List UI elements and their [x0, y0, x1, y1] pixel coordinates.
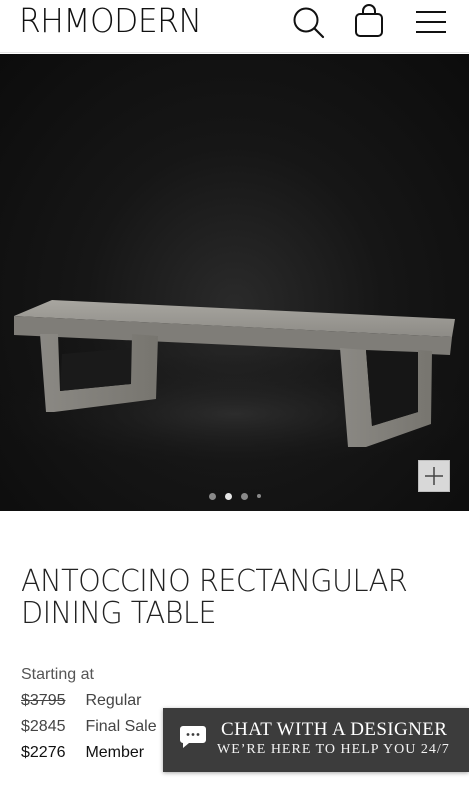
final-sale-price-label: Final Sale	[85, 718, 157, 735]
chat-with-designer-button[interactable]: CHAT WITH A DESIGNER WE’RE HERE TO HELP …	[163, 708, 469, 772]
slide-dot[interactable]	[208, 492, 216, 500]
rectangular-dining-table-photo	[0, 300, 469, 474]
regular-price-row: $3795 Regular	[21, 690, 157, 716]
final-sale-price: $2845	[21, 718, 66, 735]
regular-price-label: Regular	[85, 692, 142, 709]
member-price-label: Member	[85, 744, 145, 761]
chat-bubble-icon	[180, 726, 206, 748]
price-block: Starting at $3795 Regular $2845 Final Sa…	[21, 664, 157, 768]
starting-at-label: Starting at	[21, 666, 94, 683]
site-header: RHMODERN	[0, 0, 469, 53]
brand-logo[interactable]: RHMODERN	[19, 4, 202, 38]
chat-subtitle: WE’RE HERE TO HELP YOU 24/7	[217, 742, 450, 757]
search-icon[interactable]	[286, 0, 330, 44]
slide-indicator	[0, 490, 469, 502]
member-price-row: $2276 Member	[21, 742, 157, 768]
product-title: ANTOCCINO RECTANGULAR DINING TABLE	[21, 564, 408, 631]
member-price: $2276	[21, 744, 66, 761]
final-sale-price-row: $2845 Final Sale	[21, 716, 157, 742]
slide-dot[interactable]	[256, 494, 261, 498]
product-image-gallery[interactable]	[0, 54, 469, 511]
chat-title: CHAT WITH A DESIGNER	[221, 719, 448, 740]
menu-icon[interactable]	[409, 0, 453, 44]
shopping-bag-icon[interactable]	[347, 0, 391, 44]
plus-icon	[425, 467, 443, 485]
zoom-button[interactable]	[418, 460, 450, 492]
regular-price: $3795	[21, 692, 66, 709]
slide-dot-active[interactable]	[224, 492, 232, 500]
slide-dot[interactable]	[240, 492, 248, 500]
